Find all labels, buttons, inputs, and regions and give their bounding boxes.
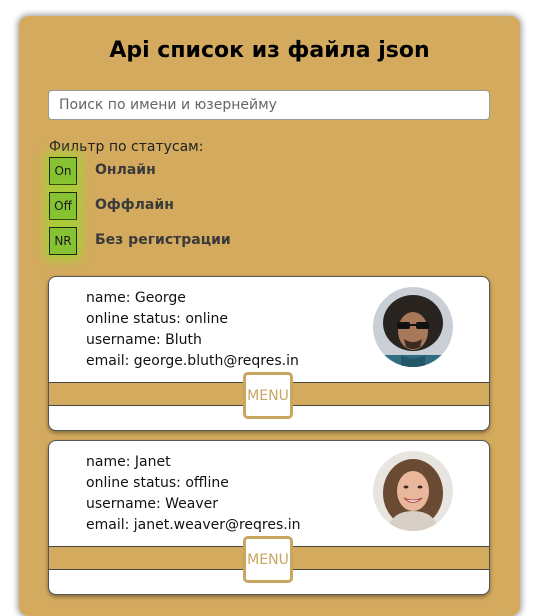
filter-nr-button[interactable]: NR: [49, 227, 77, 255]
user-info: name: George online status: online usern…: [86, 288, 299, 372]
user-name: name: George: [86, 290, 186, 306]
avatar: [373, 287, 453, 367]
user-card: name: George online status: online usern…: [48, 276, 490, 431]
user-username: username: Weaver: [86, 496, 219, 512]
menu-button[interactable]: MENU: [243, 536, 293, 583]
search-input[interactable]: [48, 90, 490, 120]
menu-button[interactable]: MENU: [243, 372, 293, 419]
main-panel: Api список из файла json Фильтр по стату…: [19, 16, 520, 616]
filter-offline-label: Оффлайн: [95, 197, 174, 213]
user-status: online status: online: [86, 311, 229, 327]
page-title: Api список из файла json: [109, 38, 430, 63]
user-email: email: janet.weaver@reqres.in: [86, 517, 301, 533]
user-username: username: Bluth: [86, 332, 202, 348]
user-name: name: Janet: [86, 454, 171, 470]
filter-offline-button[interactable]: Off: [49, 192, 77, 220]
filter-online-label: Онлайн: [95, 162, 156, 178]
user-info: name: Janet online status: offline usern…: [86, 452, 300, 536]
user-card: name: Janet online status: offline usern…: [48, 440, 490, 595]
filter-label: Фильтр по статусам:: [49, 139, 204, 155]
user-status: online status: offline: [86, 475, 229, 491]
filter-nr-label: Без регистрации: [95, 232, 231, 248]
user-email: email: george.bluth@reqres.in: [86, 353, 299, 369]
avatar: [373, 451, 453, 531]
filter-online-button[interactable]: On: [49, 157, 77, 185]
